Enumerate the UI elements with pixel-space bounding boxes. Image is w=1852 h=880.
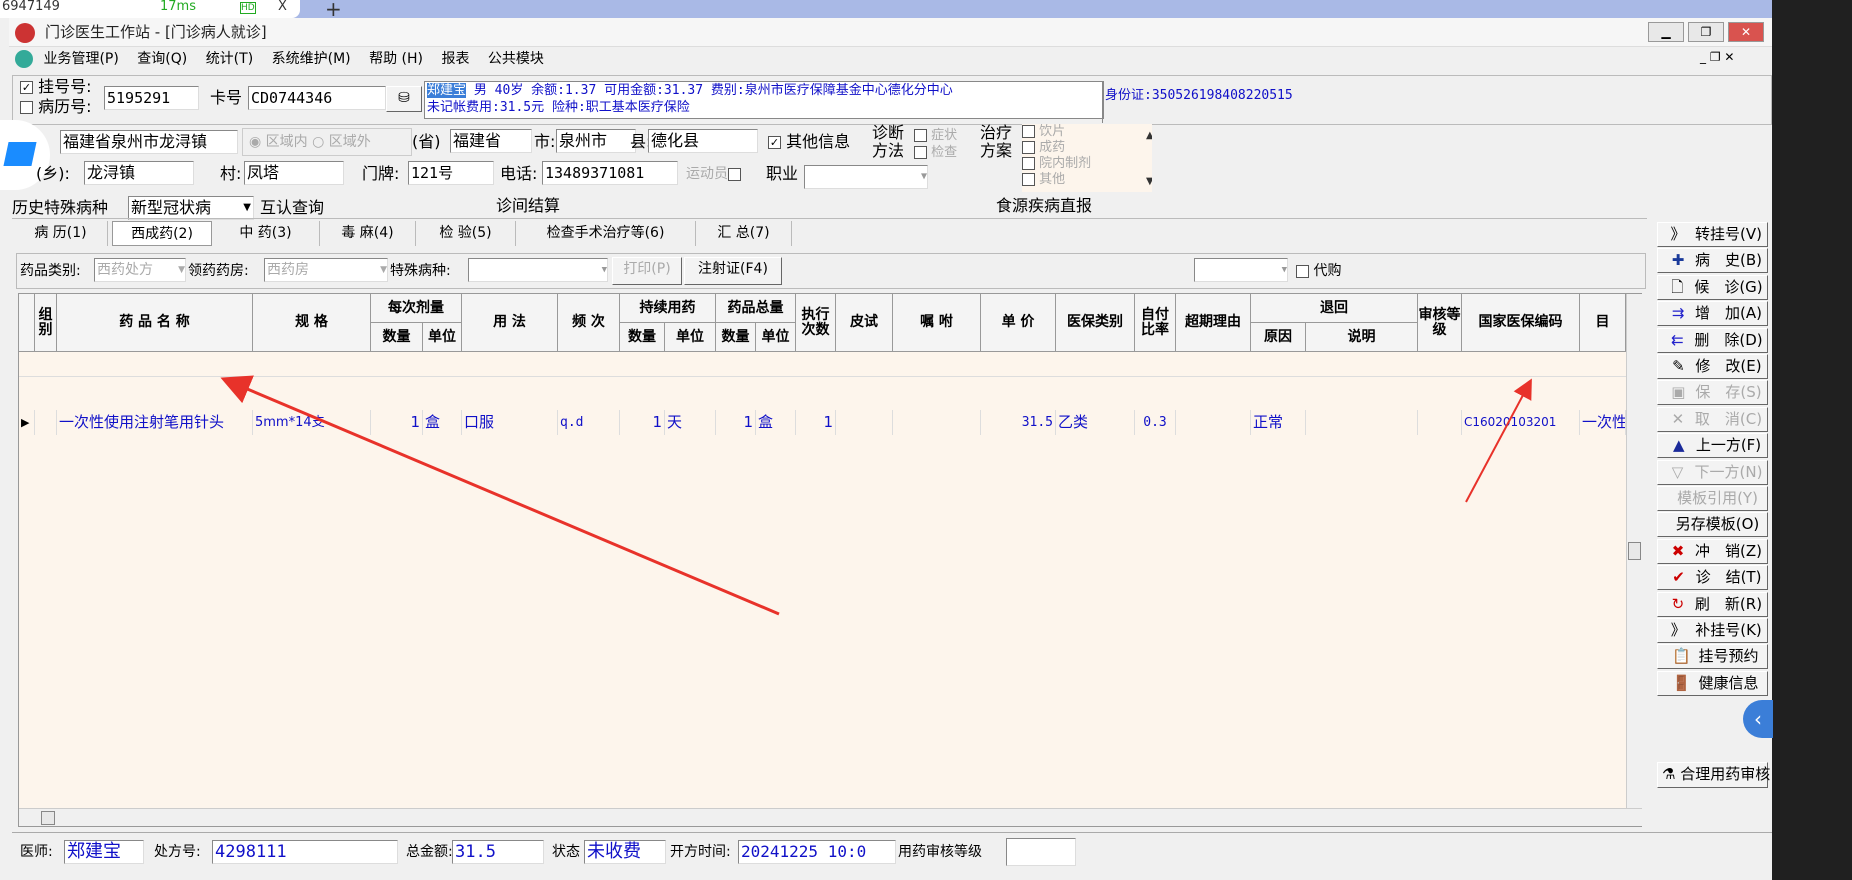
side-button-0[interactable]: 》转挂号(V) bbox=[1657, 222, 1768, 247]
rx-no-field: 4298111 bbox=[212, 840, 398, 864]
rx-no-label: 处方号: bbox=[154, 844, 201, 860]
audit-level-label: 用药审核等级 bbox=[898, 844, 982, 860]
state-label: 状态 bbox=[552, 844, 580, 860]
side-button-label: 诊 结(T) bbox=[1695, 568, 1762, 587]
side-button-15[interactable]: 》补挂号(K) bbox=[1657, 618, 1768, 643]
doctor-label: 医师: bbox=[20, 844, 53, 860]
side-button-7[interactable]: ✕ 取 消(C) bbox=[1657, 406, 1768, 432]
document-icon: 🗋 bbox=[1671, 277, 1684, 296]
check-icon: ✔ bbox=[1672, 568, 1685, 587]
side-button-label: 下一方(N) bbox=[1694, 462, 1763, 481]
state-field: 未收费 bbox=[584, 840, 666, 864]
audit-level-field bbox=[1006, 838, 1076, 866]
annotation-arrows bbox=[220, 375, 1532, 616]
side-button-label: 补挂号(K) bbox=[1695, 621, 1762, 639]
time-label: 开方时间: bbox=[670, 844, 731, 860]
side-button-14[interactable]: ↻ 刷 新(R) bbox=[1657, 591, 1768, 617]
side-button-label: 刷 新(R) bbox=[1694, 594, 1763, 613]
side-button-10[interactable]: 模板引用(Y) bbox=[1657, 486, 1768, 511]
add-row-icon: ⇉ bbox=[1671, 304, 1685, 323]
side-button-label: 候 诊(G) bbox=[1694, 277, 1763, 296]
refresh-icon: ↻ bbox=[1671, 594, 1685, 613]
stamp-icon: ⚗ bbox=[1662, 765, 1676, 783]
side-button-2[interactable]: 🗋 候 诊(G) bbox=[1657, 274, 1768, 300]
arrow-to-drug-name bbox=[220, 375, 780, 616]
double-chevron-icon: 》 bbox=[1670, 621, 1686, 639]
side-button-12[interactable]: ✖ 冲 销(Z) bbox=[1657, 538, 1768, 564]
side-button-16[interactable]: 📋 挂号预约 bbox=[1657, 644, 1768, 670]
side-button-11[interactable]: 另存模板(O) bbox=[1657, 512, 1768, 538]
double-chevron-icon: 》 bbox=[1670, 225, 1686, 243]
side-button-label: 增 加(A) bbox=[1695, 304, 1762, 323]
total-label: 总金额: bbox=[406, 844, 453, 860]
side-button-label: 健康信息 bbox=[1698, 673, 1759, 692]
arrow-to-insurance-code bbox=[1465, 378, 1532, 503]
side-button-label: 模板引用(Y) bbox=[1677, 489, 1758, 507]
side-button-13[interactable]: ✔ 诊 结(T) bbox=[1657, 565, 1768, 591]
side-button-6[interactable]: ▣ 保 存(S) bbox=[1657, 380, 1768, 406]
doctor-field: 郑建宝 bbox=[64, 840, 144, 864]
plus-icon: ✚ bbox=[1671, 251, 1685, 270]
side-button-label: 挂号预约 bbox=[1698, 647, 1759, 666]
side-button-label: 删 除(D) bbox=[1694, 330, 1763, 349]
door-icon: 🚪 bbox=[1672, 673, 1691, 692]
total-field: 31.5 bbox=[452, 840, 544, 864]
save-icon: ▣ bbox=[1671, 383, 1686, 402]
side-button-label: 上一方(F) bbox=[1695, 436, 1762, 455]
side-button-label: 转挂号(V) bbox=[1695, 225, 1762, 243]
delete-row-icon: ⇇ bbox=[1671, 330, 1684, 349]
side-button-1[interactable]: ✚ 病 史(B) bbox=[1657, 248, 1768, 274]
side-button-label: 病 史(B) bbox=[1695, 251, 1762, 270]
side-button-label: 保 存(S) bbox=[1695, 383, 1762, 402]
side-button-3[interactable]: ⇉ 增 加(A) bbox=[1657, 301, 1768, 327]
cancel-icon: ✕ bbox=[1671, 409, 1685, 428]
side-button-label: 修 改(E) bbox=[1695, 357, 1762, 375]
down-arrow-icon: ▽ bbox=[1671, 462, 1684, 481]
side-button-label: 冲 销(Z) bbox=[1695, 541, 1762, 560]
rational-drug-button[interactable]: ⚗ 合理用药审核 bbox=[1657, 762, 1770, 788]
side-button-label: 取 消(C) bbox=[1694, 409, 1763, 428]
status-bar: 医师: 郑建宝 处方号: 4298111 总金额: 31.5 状态 未收费 开方… bbox=[12, 832, 1772, 870]
clipboard-icon: 📋 bbox=[1672, 647, 1691, 666]
side-button-8[interactable]: ▲ 上一方(F) bbox=[1657, 433, 1768, 459]
side-button-9[interactable]: ▽ 下一方(N) bbox=[1657, 459, 1768, 485]
collapse-panel-button[interactable]: ‹ bbox=[1743, 700, 1773, 738]
side-button-17[interactable]: 🚪 健康信息 bbox=[1657, 670, 1768, 696]
side-button-label: 另存模板(O) bbox=[1675, 515, 1760, 534]
x-mark-icon: ✖ bbox=[1671, 541, 1685, 560]
up-arrow-icon: ▲ bbox=[1673, 436, 1685, 455]
side-button-4[interactable]: ⇇ 删 除(D) bbox=[1657, 327, 1768, 353]
side-button-5[interactable]: ✎ 修 改(E) bbox=[1657, 354, 1768, 379]
edit-icon: ✎ bbox=[1672, 357, 1685, 375]
time-field: 20241225 10:0 bbox=[738, 840, 896, 864]
